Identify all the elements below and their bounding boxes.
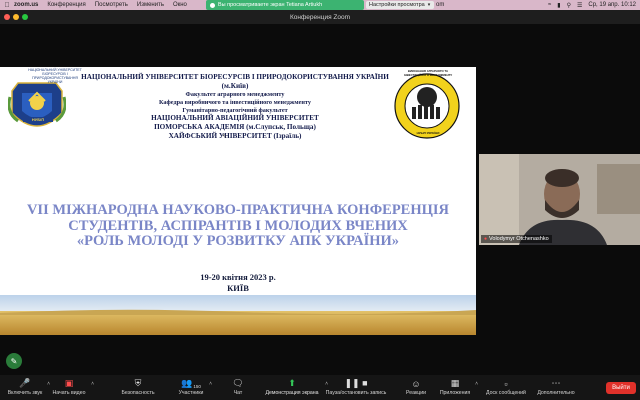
- conference-title: VII МІЖНАРОДНА НАУКОВО-ПРАКТИЧНА КОНФЕРЕ…: [0, 202, 476, 250]
- mic-muted-icon: ●: [484, 236, 488, 242]
- participants-icon: 👥 150: [181, 378, 201, 389]
- zoom-window:  zoom.us Конференция Посмотреть Изменит…: [0, 0, 640, 400]
- view-options-label: Настройки просмотра: [369, 2, 425, 8]
- chevron-up-icon[interactable]: ˄: [91, 381, 94, 387]
- reactions-label: Реакции: [405, 390, 427, 396]
- security-button[interactable]: ⛨ Безопасность: [120, 375, 156, 400]
- slide-header: НАЦІОНАЛЬНИЙ УНІВЕРСИТЕТ БІОРЕСУРСІВ І П…: [70, 73, 400, 141]
- chevron-up-icon[interactable]: ˄: [209, 381, 212, 387]
- annotate-pencil-button[interactable]: ✎: [6, 353, 22, 369]
- apps-icon: ▦: [450, 378, 460, 388]
- participant-video-frame: [479, 154, 640, 245]
- start-video-label: Начать видео: [52, 390, 86, 396]
- control-center-icon[interactable]: ☰: [577, 2, 582, 9]
- emblem-caption: ВИКОНАННЯ АГРАРНОГО ТА ІНВЕСТИЦІЙНОГО МЕ…: [403, 69, 453, 77]
- close-window-button[interactable]: [4, 14, 10, 20]
- mouse-pointer-icon: ↖: [222, 134, 228, 140]
- apps-button[interactable]: ▦ Приложения ˄: [438, 375, 478, 400]
- screen-share-indicator[interactable]: Вы просматриваете экран Tetiana Artiukh: [206, 0, 364, 10]
- header-line: Кафедра виробничого та інвестиційного ме…: [159, 98, 311, 106]
- security-label: Безопасность: [121, 390, 155, 396]
- pause-stop-icon: ❚❚ ■: [344, 378, 368, 388]
- title-line: VII МІЖНАРОДНА НАУКОВО-ПРАКТИЧНА КОНФЕРЕ…: [26, 202, 450, 218]
- menubar-fragment: om: [436, 2, 445, 8]
- smile-icon: ☺: [411, 379, 421, 389]
- menu-item-view[interactable]: Посмотреть: [95, 2, 128, 8]
- view-options-button[interactable]: Настройки просмотра ▾: [366, 1, 434, 9]
- shield-icon: ⛨: [134, 378, 142, 388]
- mic-off-icon: 🎤: [19, 378, 31, 388]
- title-line: «РОЛЬ МОЛОДІ У РОЗВИТКУ АПК УКРАЇНИ»: [76, 233, 400, 250]
- share-screen-icon: ⬆: [288, 378, 296, 388]
- video-off-icon: ▣: [64, 378, 74, 388]
- more-label: Дополнительно: [537, 390, 575, 396]
- chat-label: Чат: [233, 390, 243, 396]
- participant-name-tag: ● Volodymyr Otchenashko: [481, 235, 552, 243]
- menubar-clock[interactable]: Ср, 19 апр. 10:12: [588, 2, 636, 8]
- menu-item-window[interactable]: Окно: [173, 2, 187, 8]
- conference-date: 19-20 квітня 2023 р. КИЇВ: [0, 272, 476, 294]
- more-dots-icon: ⋯: [551, 378, 561, 388]
- menubar-status-area: ≈ ▮ ⚲ ☰ Ср, 19 апр. 10:12: [548, 0, 636, 10]
- meeting-controls-bar: 🎤 Включить звук ˄ ▣ Начать видео ˄ ⛨ Без…: [0, 375, 640, 400]
- crest-ribbon: НУБіП: [23, 117, 53, 122]
- maximize-window-button[interactable]: [22, 14, 28, 20]
- apple-icon[interactable]: : [0, 2, 14, 9]
- unmute-label: Включить звук: [7, 390, 43, 396]
- reactions-button[interactable]: ☺ Реакции: [404, 375, 428, 400]
- chevron-down-icon: ▾: [427, 2, 431, 8]
- header-line: ХАЙФСЬКИЙ УНІВЕРСИТЕТ (Ізраїль): [168, 132, 302, 141]
- header-line: НАЦІОНАЛЬНИЙ УНІВЕРСИТЕТ БІОРЕСУРСІВ І П…: [81, 73, 389, 90]
- participants-count: 150: [193, 384, 201, 389]
- city-text: КИЇВ: [227, 283, 249, 294]
- header-line: НАЦІОНАЛЬНИЙ АВІАЦІЙНИЙ УНІВЕРСИТЕТ: [151, 114, 319, 123]
- header-line: ПОМОРСЬКА АКАДЕМІЯ (м.Слупськ, Польща): [154, 123, 316, 132]
- leave-meeting-button[interactable]: Выйти: [606, 382, 636, 394]
- minimize-window-button[interactable]: [13, 14, 19, 20]
- header-line: Факультет аграрного менеджменту: [185, 91, 285, 98]
- more-button[interactable]: ⋯ Дополнительно: [536, 375, 576, 400]
- shared-screen-slide: НАЦІОНАЛЬНИЙ УНІВЕРСИТЕТ БІОРЕСУРСІВ І П…: [0, 67, 476, 335]
- department-emblem-icon: [394, 73, 460, 139]
- participant-name: Volodymyr Otchenashko: [489, 236, 549, 242]
- whiteboards-label: Доск сообщений: [486, 390, 526, 396]
- wifi-icon[interactable]: ≈: [548, 2, 551, 8]
- share-dot-icon: [210, 2, 215, 8]
- start-video-button[interactable]: ▣ Начать видео ˄: [50, 375, 94, 400]
- chat-button[interactable]: 🗨 Чат: [230, 375, 246, 400]
- menu-item-edit[interactable]: Изменить: [137, 2, 164, 8]
- chevron-up-icon[interactable]: ˄: [325, 381, 328, 387]
- whiteboard-icon: ▫: [504, 379, 508, 389]
- window-controls: [4, 14, 28, 20]
- record-label: Пауза/остановить запись: [325, 390, 387, 396]
- wheat-field-image: [0, 295, 476, 335]
- menu-item-conference[interactable]: Конференция: [47, 2, 85, 8]
- participants-label: Участники: [178, 390, 204, 396]
- window-title: Конференция Zoom: [289, 13, 351, 21]
- participant-video-tile[interactable]: ● Volodymyr Otchenashko: [479, 154, 640, 245]
- unmute-button[interactable]: 🎤 Включить звук ˄: [6, 375, 50, 400]
- battery-icon[interactable]: ▮: [557, 2, 560, 9]
- whiteboards-button[interactable]: ▫ Доск сообщений: [484, 375, 528, 400]
- emblem-bottom-caption: НУБіП УКРАЇНИ: [416, 131, 440, 135]
- title-line: СТУДЕНТІВ, АСПІРАНТІВ І МОЛОДИХ ВЧЕНИХ: [68, 217, 408, 234]
- participants-button[interactable]: 👥 150 Участники ˄: [176, 375, 212, 400]
- chevron-up-icon[interactable]: ˄: [475, 381, 478, 387]
- share-screen-button[interactable]: ⬆ Демонстрация экрана ˄: [262, 375, 328, 400]
- apps-label: Приложения: [439, 390, 471, 396]
- share-screen-label: Демонстрация экрана: [265, 390, 319, 396]
- window-titlebar: Конференция Zoom: [0, 10, 640, 24]
- menu-app-name[interactable]: zoom.us: [14, 2, 38, 8]
- pencil-icon: ✎: [10, 356, 18, 366]
- record-pause-button[interactable]: ❚❚ ■ Пауза/остановить запись: [326, 375, 387, 400]
- search-icon[interactable]: ⚲: [567, 2, 571, 9]
- sharing-status-text: Вы просматриваете экран Tetiana Artiukh: [218, 2, 323, 8]
- date-text: 19-20 квітня 2023 р.: [200, 272, 276, 282]
- chat-icon: 🗨: [232, 378, 244, 388]
